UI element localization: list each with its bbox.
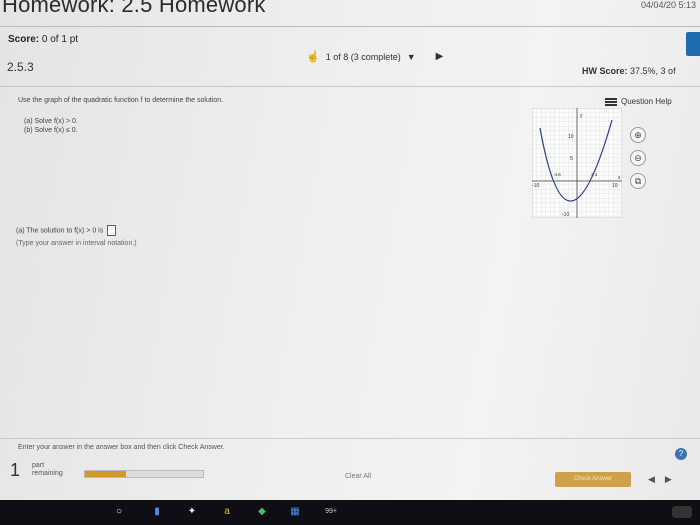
part-b-text: (b) Solve f(x) ≤ 0. (24, 127, 78, 134)
os-taskbar: ○ ▮ ✦ a ◆ ▦ 99+ (0, 500, 700, 525)
question-number: 2.5.3 (7, 60, 34, 74)
answer-input-box[interactable] (107, 225, 117, 236)
question-help-button[interactable]: Question Help (605, 97, 672, 106)
y-tick-neg10: -10 (562, 212, 569, 218)
y-tick-5: 5 (570, 156, 573, 162)
x-tick-10: 10 (612, 183, 618, 189)
check-answer-button[interactable]: Check Answer (555, 472, 631, 487)
score-value: 0 of 1 pt (41, 34, 79, 45)
zoom-in-icon[interactable]: ⊕ (630, 127, 646, 143)
progress-fill (85, 471, 127, 477)
question-navigator[interactable]: ☝ 1 of 8 (3 complete) ▼ ▶ (306, 50, 443, 63)
problem-parts: (a) Solve f(x) > 0. (b) Solve f(x) ≤ 0. (24, 117, 78, 135)
question-counter[interactable]: 1 of 8 (3 complete) (326, 52, 401, 62)
part-progress-bar (84, 470, 204, 478)
next-part-icon[interactable]: ▶ (665, 474, 672, 485)
part-number: 1 (10, 460, 21, 480)
hw-score-label: HW Score: (582, 66, 628, 76)
screen: Homework: 2.5 Homework 04/04/20 5:13 Sco… (0, 0, 700, 525)
bottom-divider (0, 438, 700, 439)
graph-tools: ⊕ ⊖ ⧉ (630, 127, 646, 189)
part-label-line1: part (32, 462, 45, 469)
caret-down-icon[interactable]: ▼ (407, 52, 416, 62)
answer-hint: (Type your answer in interval notation.) (16, 240, 137, 247)
menu-icon (605, 97, 617, 106)
x-tick-neg10: -10 (532, 183, 539, 189)
part-nav: ◀ ▶ (648, 474, 672, 485)
footer-bar: 1 part remaining Clear All Check Answer … (0, 458, 700, 498)
chat-icon[interactable]: ◆ (255, 505, 269, 519)
problem-prompt: Use the graph of the quadratic function … (18, 97, 224, 104)
hw-score-value: 37.5%, 3 of (630, 66, 676, 76)
top-divider (0, 26, 700, 27)
notification-badge[interactable]: 99+ (322, 505, 340, 519)
y-tick-10: 10 (568, 134, 574, 140)
question-help-label: Question Help (621, 97, 672, 106)
quadratic-graph: y x 10 5 -10 -10 10 -4.6 3.4 (532, 108, 622, 218)
tray-icon[interactable] (672, 506, 692, 518)
next-question-button[interactable]: ▶ (436, 51, 444, 62)
files-icon[interactable]: ▮ (150, 505, 164, 519)
part-label: part remaining (32, 462, 63, 478)
hand-pointer-icon: ☝ (306, 51, 320, 63)
root-label-neg: -4.6 (553, 172, 561, 177)
play-store-icon[interactable]: ✦ (185, 505, 199, 519)
hw-score: HW Score: 37.5%, 3 of (582, 66, 676, 76)
score-label: Score: (8, 34, 40, 45)
prev-part-icon[interactable]: ◀ (648, 474, 655, 485)
side-panel-tab[interactable] (686, 32, 700, 56)
part-label-line2: remaining (32, 470, 63, 477)
answer-prompt: (a) The solution to f(x) > 0 is (16, 227, 104, 235)
score-display: Score: 0 of 1 pt (8, 34, 78, 45)
system-clock: 04/04/20 5:13 (640, 0, 696, 10)
page-title: Homework: 2.5 Homework (2, 0, 266, 17)
external-link-icon[interactable]: ⧉ (630, 173, 646, 189)
answer-row: (a) The solution to f(x) > 0 is (16, 225, 117, 236)
launcher-icon[interactable]: ○ (112, 505, 126, 519)
zoom-out-icon[interactable]: ⊖ (630, 150, 646, 166)
app-icon[interactable]: a (220, 505, 234, 519)
clear-all-button[interactable]: Clear All (345, 473, 371, 480)
store-icon[interactable]: ▦ (288, 505, 302, 519)
header-divider (0, 86, 700, 87)
instruction-text: Enter your answer in the answer box and … (18, 444, 225, 451)
part-a-text: (a) Solve f(x) > 0. (24, 118, 78, 125)
root-label-pos: 3.4 (591, 172, 598, 177)
